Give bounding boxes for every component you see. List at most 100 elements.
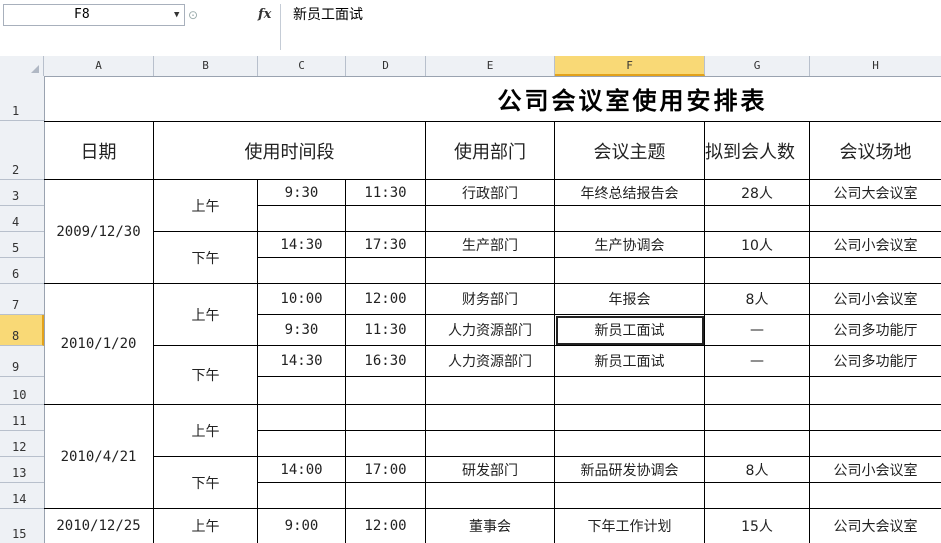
start-time-cell[interactable]: 10:00 xyxy=(258,284,346,315)
date-cell[interactable]: 2010/4/21 xyxy=(44,405,154,509)
row-header-11[interactable]: 11 xyxy=(0,405,44,431)
empty-cell[interactable] xyxy=(426,483,555,509)
empty-cell[interactable] xyxy=(426,377,555,405)
attendees-cell[interactable]: 28人 xyxy=(705,180,810,206)
empty-cell[interactable] xyxy=(258,431,346,457)
venue-cell[interactable]: 公司大会议室 xyxy=(810,180,941,206)
row-header-5[interactable]: 5 xyxy=(0,232,44,258)
column-header-f[interactable]: F xyxy=(555,56,705,76)
header-attendees[interactable]: 拟到会人数 xyxy=(705,121,810,180)
dept-cell[interactable]: 财务部门 xyxy=(426,284,555,315)
empty-cell[interactable] xyxy=(810,405,941,431)
header-time[interactable]: 使用时间段 xyxy=(154,121,426,180)
empty-cell[interactable] xyxy=(705,258,810,284)
topic-cell[interactable]: 生产协调会 xyxy=(555,232,705,258)
venue-cell[interactable]: 公司多功能厅 xyxy=(810,346,941,377)
date-cell[interactable]: 2009/12/30 xyxy=(44,180,154,284)
dept-cell[interactable]: 董事会 xyxy=(426,509,555,543)
row-header-14[interactable]: 14 xyxy=(0,483,44,509)
empty-cell[interactable] xyxy=(810,377,941,405)
dept-cell[interactable]: 人力资源部门 xyxy=(426,315,555,346)
end-time-cell[interactable]: 11:30 xyxy=(346,315,426,346)
venue-cell[interactable]: 公司小会议室 xyxy=(810,457,941,483)
start-time-cell[interactable]: 9:30 xyxy=(258,180,346,206)
start-time-cell[interactable]: 9:30 xyxy=(258,315,346,346)
attendees-cell[interactable]: 8人 xyxy=(705,457,810,483)
attendees-cell[interactable]: 15人 xyxy=(705,509,810,543)
empty-cell[interactable] xyxy=(705,483,810,509)
insert-function-icon[interactable]: fx xyxy=(258,4,271,26)
empty-cell[interactable] xyxy=(346,431,426,457)
select-all-corner[interactable] xyxy=(0,56,44,76)
empty-cell[interactable] xyxy=(426,206,555,232)
empty-cell[interactable] xyxy=(426,431,555,457)
date-cell[interactable]: 2010/1/20 xyxy=(44,284,154,405)
column-header-c[interactable]: C xyxy=(258,56,346,76)
header-dept[interactable]: 使用部门 xyxy=(426,121,555,180)
end-time-cell[interactable]: 17:00 xyxy=(346,457,426,483)
topic-cell[interactable]: 年终总结报告会 xyxy=(555,180,705,206)
period-cell[interactable]: 上午 xyxy=(154,405,258,457)
empty-cell[interactable] xyxy=(555,258,705,284)
row-header-3[interactable]: 3 xyxy=(0,180,44,206)
row-header-7[interactable]: 7 xyxy=(0,284,44,315)
header-topic[interactable]: 会议主题 xyxy=(555,121,705,180)
period-cell[interactable]: 下午 xyxy=(154,232,258,284)
formula-input[interactable]: 新员工面试 xyxy=(280,4,941,50)
row-header-1[interactable]: 1 xyxy=(0,76,44,121)
start-time-cell[interactable]: 9:00 xyxy=(258,509,346,543)
empty-cell[interactable] xyxy=(258,483,346,509)
column-header-b[interactable]: B xyxy=(154,56,258,76)
start-time-cell[interactable]: 14:30 xyxy=(258,232,346,258)
period-cell[interactable]: 上午 xyxy=(154,284,258,346)
empty-cell[interactable] xyxy=(810,431,941,457)
chevron-down-icon[interactable]: ▼ xyxy=(174,5,179,25)
row-header-4[interactable]: 4 xyxy=(0,206,44,232)
empty-cell[interactable] xyxy=(346,483,426,509)
empty-cell[interactable] xyxy=(555,377,705,405)
row-header-10[interactable]: 10 xyxy=(0,377,44,405)
empty-cell[interactable] xyxy=(258,258,346,284)
sheet-title[interactable]: 公司会议室使用安排表 xyxy=(44,76,941,120)
column-header-a[interactable]: A xyxy=(44,56,154,76)
end-time-cell[interactable]: 12:00 xyxy=(346,509,426,543)
topic-cell[interactable]: 新员工面试 xyxy=(555,346,705,377)
attendees-cell[interactable]: 10人 xyxy=(705,232,810,258)
header-date[interactable]: 日期 xyxy=(44,121,154,180)
start-time-cell[interactable]: 14:00 xyxy=(258,457,346,483)
column-header-e[interactable]: E xyxy=(426,56,555,76)
period-cell[interactable]: 上午 xyxy=(154,180,258,232)
end-time-cell[interactable]: 16:30 xyxy=(346,346,426,377)
column-header-d[interactable]: D xyxy=(346,56,426,76)
empty-cell[interactable] xyxy=(555,483,705,509)
date-cell[interactable]: 2010/12/25 xyxy=(44,509,154,543)
end-time-cell[interactable]: 17:30 xyxy=(346,232,426,258)
venue-cell[interactable]: 公司小会议室 xyxy=(810,232,941,258)
row-header-8[interactable]: 8 xyxy=(0,315,44,346)
period-cell[interactable]: 上午 xyxy=(154,509,258,543)
row-header-15[interactable]: 15 xyxy=(0,509,44,543)
dept-cell[interactable]: 研发部门 xyxy=(426,457,555,483)
attendees-cell[interactable]: — xyxy=(705,315,810,346)
dept-cell[interactable]: 生产部门 xyxy=(426,232,555,258)
column-header-g[interactable]: G xyxy=(705,56,810,76)
empty-cell[interactable] xyxy=(346,405,426,431)
empty-cell[interactable] xyxy=(426,405,555,431)
empty-cell[interactable] xyxy=(346,377,426,405)
end-time-cell[interactable]: 11:30 xyxy=(346,180,426,206)
empty-cell[interactable] xyxy=(810,483,941,509)
end-time-cell[interactable]: 12:00 xyxy=(346,284,426,315)
topic-cell[interactable]: 新品研发协调会 xyxy=(555,457,705,483)
empty-cell[interactable] xyxy=(258,405,346,431)
row-header-13[interactable]: 13 xyxy=(0,457,44,483)
venue-cell[interactable]: 公司多功能厅 xyxy=(810,315,941,346)
row-header-6[interactable]: 6 xyxy=(0,258,44,284)
empty-cell[interactable] xyxy=(705,206,810,232)
dept-cell[interactable]: 行政部门 xyxy=(426,180,555,206)
name-box[interactable]: F8 ▼ xyxy=(3,4,185,26)
empty-cell[interactable] xyxy=(705,377,810,405)
period-cell[interactable]: 下午 xyxy=(154,457,258,509)
venue-cell[interactable]: 公司大会议室 xyxy=(810,509,941,543)
active-cell-f8[interactable]: 新员工面试 xyxy=(555,315,705,346)
empty-cell[interactable] xyxy=(426,258,555,284)
